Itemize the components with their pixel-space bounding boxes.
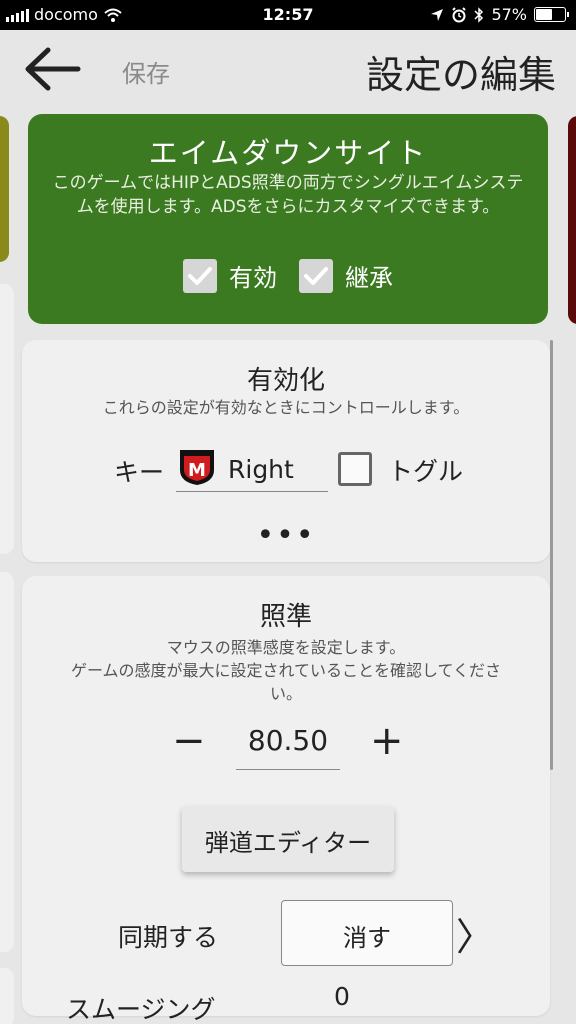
key-selector[interactable]: M Right (176, 448, 328, 492)
bluetooth-icon (474, 6, 484, 23)
decrease-button[interactable]: − (172, 718, 206, 764)
save-button[interactable]: 保存 (122, 54, 170, 89)
toggle-checkbox[interactable] (338, 452, 372, 486)
location-icon (431, 8, 444, 21)
ads-title: エイムダウンサイト (148, 136, 428, 170)
increase-button[interactable]: + (370, 718, 404, 764)
battery-icon (534, 7, 569, 22)
enabled-checkbox[interactable]: 有効 (183, 258, 277, 293)
key-row: キー M Right トグル (22, 448, 550, 492)
check-icon (299, 258, 333, 293)
header: 保存 設定の編集 (0, 30, 576, 110)
activation-title: 有効化 (246, 366, 325, 396)
smoothing-label: スムージング (66, 995, 216, 1024)
clear-button[interactable]: 消す (281, 900, 453, 966)
inherit-label: 継承 (345, 264, 393, 292)
ballistics-editor-button[interactable]: 弾道エディター (182, 806, 394, 872)
back-button[interactable] (22, 44, 84, 94)
sensitivity-value[interactable]: 80.50 (236, 716, 340, 770)
aim-card: 照準 マウスの照準感度を設定します。 ゲームの感度が最大に設定されていることを確… (22, 576, 550, 1024)
key-value: Right (228, 455, 294, 484)
aim-description-line1: マウスの照準感度を設定します。 (166, 638, 406, 657)
key-label: キー (114, 458, 165, 487)
more-options-button[interactable]: ••• (22, 518, 550, 553)
status-bar: docomo 12:57 57% (0, 0, 576, 30)
mouse-badge-icon: M (180, 450, 214, 485)
scrollbar[interactable] (550, 340, 553, 770)
left-card-peek-3 (0, 968, 14, 1024)
page-title: 設定の編集 (365, 53, 556, 97)
alarm-icon (452, 6, 467, 22)
smoothing-value: 0 (334, 982, 350, 1011)
smoothing-row: スムージング 0 (66, 982, 350, 1024)
status-right: 57% (430, 5, 569, 24)
key-badge-letter: M (188, 460, 206, 481)
ads-description: このゲームではHIPとADS照準の両方でシングルエイムシステムを使用します。AD… (52, 173, 524, 217)
aim-down-sight-card: エイムダウンサイト このゲームではHIPとADS照準の両方でシングルエイムシステ… (28, 114, 548, 324)
ads-checks: 有効 継承 (28, 258, 548, 293)
activation-card: 有効化 これらの設定が有効なときにコントロールします。 キー M Right ト… (22, 340, 550, 562)
aim-title: 照準 (259, 602, 312, 632)
enabled-label: 有効 (229, 264, 277, 292)
check-icon (183, 258, 217, 293)
activation-description: これらの設定が有効なときにコントロールします。 (102, 398, 470, 417)
aim-description-line2: ゲームの感度が最大に設定されていることを確認してください。 (70, 661, 502, 703)
toggle-label: トグル (388, 457, 464, 486)
left-card-peek (0, 284, 14, 554)
battery-fill (536, 9, 552, 20)
sensitivity-stepper: − 80.50 + (22, 716, 550, 776)
left-card-peek-2 (0, 572, 14, 952)
right-panel-peek[interactable] (568, 116, 576, 324)
inherit-checkbox[interactable]: 継承 (299, 258, 393, 293)
left-panel-peek[interactable] (0, 116, 9, 262)
chevron-right-icon[interactable]: 〉 (456, 906, 494, 961)
battery-percent: 57% (491, 5, 527, 24)
arrow-left-icon (25, 47, 81, 91)
sync-label: 同期する (118, 923, 219, 952)
